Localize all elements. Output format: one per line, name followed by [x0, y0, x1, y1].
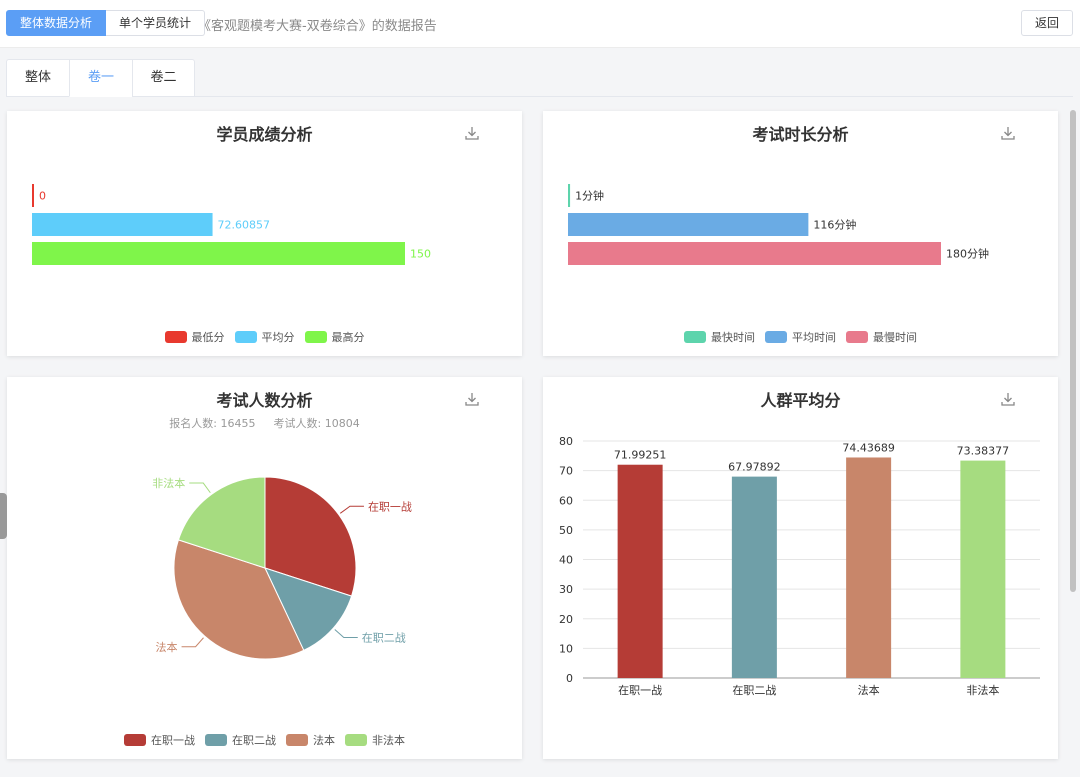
legend-item[interactable]: 平均时间: [765, 329, 836, 345]
legend: 在职一战 在职二战 法本 非法本: [7, 732, 522, 748]
bar-value-label: 74.43689: [842, 441, 895, 454]
legend: 最快时间 平均时间 最慢时间: [543, 329, 1058, 345]
scrollbar[interactable]: [1070, 110, 1076, 592]
side-collapse-handle[interactable]: [0, 493, 7, 539]
legend-item[interactable]: 最快时间: [684, 329, 755, 345]
legend-swatch: [205, 734, 227, 746]
bar: [32, 213, 213, 236]
tab-paper-one[interactable]: 卷一: [69, 59, 132, 97]
legend-swatch: [234, 331, 257, 343]
x-tick-label: 在职二战: [732, 684, 776, 697]
time-bar-chart: 1分钟 116分钟 180分钟: [568, 184, 989, 265]
legend-item[interactable]: 最高分: [304, 329, 365, 345]
legend-swatch: [164, 331, 187, 343]
legend-label: 非法本: [372, 734, 405, 747]
tab-overall[interactable]: 整体: [6, 59, 69, 97]
legend: 最低分 平均分 最高分: [7, 329, 522, 345]
y-tick-label: 0: [566, 672, 573, 685]
view-switch: 整体数据分析 单个学员统计: [6, 10, 206, 36]
y-tick-label: 30: [559, 583, 573, 596]
paper-tabs: 整体 卷一 卷二: [6, 59, 195, 97]
bar-value-label: 0: [39, 190, 46, 203]
bar[interactable]: [731, 476, 777, 678]
legend-swatch: [304, 331, 327, 343]
score-analysis-card: 学员成绩分析 0 72.60857 150 最低分 平均分 最高分: [7, 111, 522, 356]
legend-swatch: [124, 734, 146, 746]
bar: [568, 242, 941, 265]
tab-paper-two[interactable]: 卷二: [132, 59, 195, 97]
bar[interactable]: [617, 464, 663, 678]
legend-swatch: [345, 734, 367, 746]
overall-analysis-button[interactable]: 整体数据分析: [6, 10, 107, 36]
top-bar: 整体数据分析 单个学员统计 《客观题模考大赛-双卷综合》的数据报告 返回: [0, 0, 1080, 48]
legend-item[interactable]: 最慢时间: [846, 329, 917, 345]
bar: [568, 213, 809, 236]
legend-label: 在职一战: [151, 734, 195, 747]
pie-slice-label: 在职一战: [368, 500, 412, 513]
bar-value-label: 67.97892: [728, 461, 781, 474]
legend-label: 在职二战: [232, 734, 276, 747]
bar-value-label: 1分钟: [575, 189, 604, 203]
bar-value-label: 180分钟: [946, 247, 989, 261]
bar-value-label: 116分钟: [813, 218, 856, 232]
exam-count-card: 考试人数分析 报名人数: 16455 考试人数: 10804 在职一战 在职二战 法本…: [7, 377, 522, 759]
legend-item[interactable]: 法本: [286, 732, 335, 748]
y-tick-label: 50: [559, 524, 573, 537]
x-tick-label: 在职一战: [618, 684, 662, 697]
y-tick-label: 10: [559, 642, 573, 655]
bar-value-label: 150: [410, 248, 431, 261]
bar: [32, 184, 34, 207]
legend-item[interactable]: 在职二战: [205, 732, 276, 748]
pie-label-line: [339, 505, 364, 514]
legend-item[interactable]: 在职一战: [124, 732, 195, 748]
time-analysis-card: 考试时长分析 1分钟 116分钟 180分钟 最快时间 平均时间 最慢时间: [543, 111, 1058, 356]
y-tick-label: 60: [559, 494, 573, 507]
legend-swatch: [684, 331, 706, 343]
bar-value-label: 73.38377: [957, 445, 1010, 458]
bar-value-label: 71.99251: [614, 449, 667, 462]
tabs-divider: [195, 96, 1073, 97]
report-title: 《客观题模考大赛-双卷综合》的数据报告: [198, 19, 437, 34]
exam-count-pie-chart: 在职一战在职二战法本 非法本: [152, 476, 412, 660]
y-tick-label: 20: [559, 613, 573, 626]
pie-label-line: [181, 637, 204, 648]
legend-label: 最低分: [191, 331, 225, 344]
legend-label: 法本: [313, 734, 335, 747]
legend-item[interactable]: 平均分: [234, 329, 295, 345]
pie-label-line: [189, 482, 211, 494]
legend-item[interactable]: 非法本: [345, 732, 405, 748]
bar: [32, 242, 405, 265]
y-tick-label: 80: [559, 435, 573, 448]
back-button[interactable]: 返回: [1021, 10, 1073, 36]
score-bar-chart: 0 72.60857 150: [32, 184, 431, 265]
pie-label-line: [334, 629, 358, 638]
bar-value-label: 72.60857: [218, 219, 271, 232]
legend-label: 最快时间: [711, 331, 755, 344]
y-tick-label: 40: [559, 554, 573, 567]
legend-swatch: [846, 331, 868, 343]
group-average-card: 人群平均分 0 10 20 30 40 50 60 70 80 71.99251 在职一战 67.97…: [543, 377, 1058, 759]
y-tick-label: 70: [559, 465, 573, 478]
bar[interactable]: [846, 457, 892, 678]
bar[interactable]: [960, 460, 1006, 678]
legend-label: 平均时间: [792, 331, 836, 344]
legend-label: 最慢时间: [873, 331, 917, 344]
single-student-button[interactable]: 单个学员统计: [106, 10, 206, 36]
x-tick-label: 法本: [858, 683, 880, 697]
bar: [568, 184, 571, 207]
legend-label: 平均分: [261, 331, 295, 344]
legend-swatch: [286, 734, 308, 746]
legend-label: 最高分: [331, 331, 365, 344]
pie-slice-label: 在职二战: [362, 631, 406, 644]
legend-item[interactable]: 最低分: [164, 329, 225, 345]
legend-swatch: [765, 331, 787, 343]
x-tick-label: 非法本: [966, 683, 999, 697]
pie-slice-label: 非法本: [152, 476, 185, 490]
group-average-bar-chart: 0 10 20 30 40 50 60 70 80 71.99251 在职一战 67.97892 在职二…: [559, 435, 1040, 697]
pie-slice-label: 法本: [156, 640, 178, 654]
